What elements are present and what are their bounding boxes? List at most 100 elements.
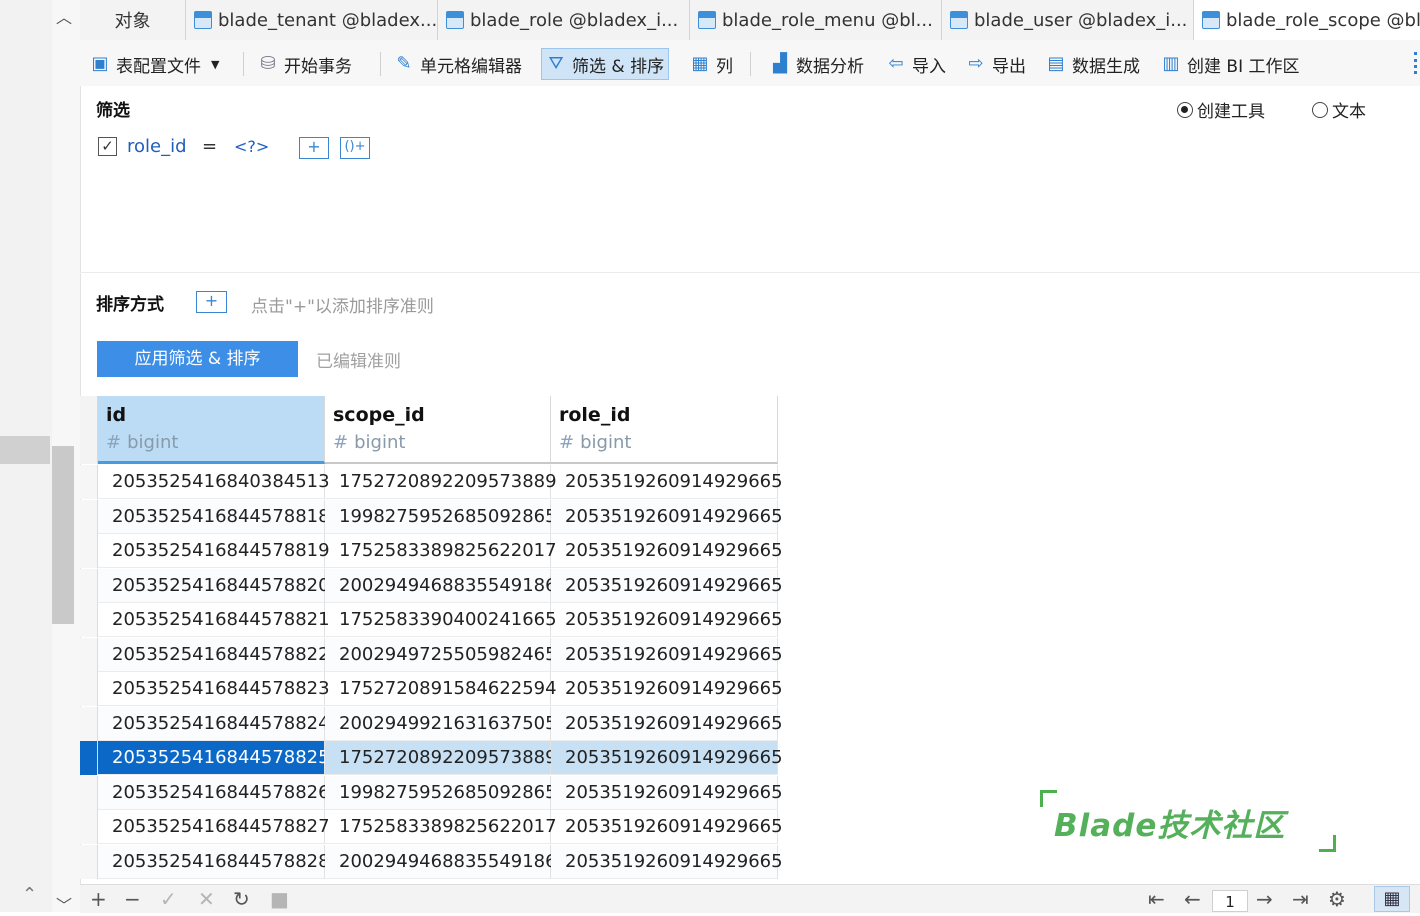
table-cell[interactable]: 2053525416844578823 bbox=[98, 672, 330, 706]
row-gutter[interactable] bbox=[80, 465, 98, 499]
collapse-icon[interactable]: ⌃ bbox=[22, 884, 37, 905]
add-condition-button[interactable]: + bbox=[299, 137, 329, 159]
first-page-icon[interactable]: ⇤ bbox=[1148, 887, 1165, 911]
table-cell[interactable]: 2053525416844578821 bbox=[98, 603, 330, 637]
last-page-icon[interactable]: ⇥ bbox=[1292, 887, 1309, 911]
scroll-down-icon[interactable]: ﹀ bbox=[56, 892, 72, 916]
table-cell[interactable]: 2053519260914929665 bbox=[551, 776, 783, 810]
table-cell[interactable]: 2053525416844578825 bbox=[98, 741, 330, 775]
row-gutter[interactable] bbox=[80, 603, 98, 637]
row-gutter[interactable] bbox=[80, 741, 98, 775]
object-panel-selected-item[interactable] bbox=[0, 436, 50, 464]
mode-builder-radio[interactable]: 创建工具 bbox=[1177, 97, 1265, 122]
table-cell[interactable]: 2053525416844578824 bbox=[98, 707, 330, 741]
table-cell[interactable]: 2053519260914929665 bbox=[551, 465, 783, 499]
row-gutter[interactable] bbox=[80, 534, 98, 568]
table-cell[interactable]: 2053519260914929665 bbox=[551, 638, 783, 672]
table-cell[interactable]: 1752720891584622594 bbox=[325, 672, 557, 706]
row-gutter[interactable] bbox=[80, 810, 98, 844]
condition-value[interactable]: <?> bbox=[234, 137, 269, 156]
export-button[interactable]: ⇨ 导出 bbox=[966, 48, 1026, 80]
table-cell[interactable]: 2053519260914929665 bbox=[551, 500, 783, 534]
row-gutter[interactable] bbox=[80, 500, 98, 534]
row-gutter[interactable] bbox=[80, 776, 98, 810]
table-cell[interactable]: 2053519260914929665 bbox=[551, 741, 783, 775]
table-cell[interactable]: 2053525416844578820 bbox=[98, 569, 330, 603]
refresh-icon[interactable]: ↻ bbox=[233, 887, 250, 911]
import-button[interactable]: ⇦ 导入 bbox=[886, 48, 946, 80]
tab-blade-role-scope[interactable]: blade_role_scope @bl bbox=[1194, 0, 1420, 40]
scroll-up-icon[interactable]: ︿ bbox=[56, 4, 72, 28]
profile-button[interactable]: ▣ 表配置文件 ▼ bbox=[90, 48, 219, 80]
table-cell[interactable]: 2053525416844578822 bbox=[98, 638, 330, 672]
table-cell[interactable]: 2053519260914929665 bbox=[551, 845, 783, 879]
column-header-role-id[interactable]: role_id # bigint bbox=[551, 396, 778, 464]
table-cell[interactable]: 1752583389825622017 bbox=[325, 534, 557, 568]
add-record-icon[interactable]: + bbox=[90, 887, 107, 911]
table-cell[interactable]: 2053525416844578826 bbox=[98, 776, 330, 810]
column-header-id[interactable]: id # bigint bbox=[98, 396, 325, 464]
grid-view-icon[interactable]: ▦ bbox=[1374, 886, 1410, 912]
tab-blade-role[interactable]: blade_role @bladex_i... bbox=[438, 0, 690, 40]
table-cell[interactable]: 2002949921631637505 bbox=[325, 707, 557, 741]
row-gutter[interactable] bbox=[80, 569, 98, 603]
apply-changes-icon[interactable]: ✓ bbox=[160, 887, 177, 911]
add-sort-button[interactable]: + bbox=[196, 291, 227, 313]
toolbar-overflow-icon[interactable] bbox=[1414, 52, 1420, 74]
condition-operator[interactable]: = bbox=[202, 136, 217, 157]
columns-button[interactable]: ▦ 列 bbox=[690, 48, 733, 80]
create-bi-button[interactable]: ▥ 创建 BI 工作区 bbox=[1161, 48, 1299, 80]
toolbar-divider bbox=[380, 52, 381, 76]
data-generate-button[interactable]: ▤ 数据生成 bbox=[1046, 48, 1140, 80]
table-cell[interactable]: 1752720892209573889 bbox=[325, 465, 557, 499]
begin-transaction-button[interactable]: ⛁ 开始事务 bbox=[258, 48, 352, 80]
table-cell[interactable]: 2053519260914929665 bbox=[551, 569, 783, 603]
row-gutter[interactable] bbox=[80, 707, 98, 741]
table-cell[interactable]: 1998275952685092865 bbox=[325, 776, 557, 810]
settings-icon[interactable]: ⚙ bbox=[1328, 887, 1346, 911]
row-gutter[interactable] bbox=[80, 638, 98, 672]
mode-text-radio[interactable]: 文本 bbox=[1312, 97, 1366, 122]
delete-record-icon[interactable]: − bbox=[124, 887, 141, 911]
table-cell[interactable]: 2002949468835549186 bbox=[325, 845, 557, 879]
condition-checkbox[interactable]: ✓ bbox=[98, 137, 117, 156]
grid-corner[interactable] bbox=[80, 396, 98, 464]
tab-objects[interactable]: 对象 bbox=[80, 0, 186, 40]
apply-filter-sort-button[interactable]: 应用筛选 & 排序 bbox=[97, 341, 298, 377]
page-number-input[interactable]: 1 bbox=[1212, 890, 1248, 912]
next-page-icon[interactable]: → bbox=[1256, 887, 1273, 911]
tab-blade-user[interactable]: blade_user @bladex_i... bbox=[942, 0, 1194, 40]
table-cell[interactable]: 2002949468835549186 bbox=[325, 569, 557, 603]
table-cell[interactable]: 2053519260914929665 bbox=[551, 672, 783, 706]
filter-sort-button[interactable]: ⛛ 筛选 & 排序 bbox=[541, 48, 670, 80]
tab-blade-tenant[interactable]: blade_tenant @bladex... bbox=[186, 0, 438, 40]
table-cell[interactable]: 2002949725505982465 bbox=[325, 638, 557, 672]
prev-page-icon[interactable]: ← bbox=[1184, 887, 1201, 911]
discard-changes-icon[interactable]: ✕ bbox=[198, 887, 215, 911]
table-cell[interactable]: 1752583390400241665 bbox=[325, 603, 557, 637]
scrollbar-thumb[interactable] bbox=[52, 446, 74, 624]
tab-blade-role-menu[interactable]: blade_role_menu @bl... bbox=[690, 0, 942, 40]
column-header-scope-id[interactable]: scope_id # bigint bbox=[325, 396, 551, 464]
add-group-button[interactable]: ()+ bbox=[340, 137, 370, 159]
row-gutter[interactable] bbox=[80, 845, 98, 879]
table-cell[interactable]: 2053525416840384513 bbox=[98, 465, 330, 499]
condition-field[interactable]: role_id bbox=[127, 136, 187, 157]
table-cell[interactable]: 2053525416844578827 bbox=[98, 810, 330, 844]
table-cell[interactable]: 2053519260914929665 bbox=[551, 707, 783, 741]
table-cell[interactable]: 2053519260914929665 bbox=[551, 603, 783, 637]
table-cell[interactable]: 1752720892209573889 bbox=[325, 741, 557, 775]
table-cell[interactable]: 2053519260914929665 bbox=[551, 534, 783, 568]
cell-editor-button[interactable]: ✎ 单元格编辑器 bbox=[394, 48, 522, 80]
table-cell[interactable]: 2053525416844578828 bbox=[98, 845, 330, 879]
watermark-logo: Blade技术社区 bbox=[1040, 790, 1336, 852]
table-cell[interactable]: 2053525416844578819 bbox=[98, 534, 330, 568]
table-cell[interactable]: 1752583389825622017 bbox=[325, 810, 557, 844]
table-cell[interactable]: 1998275952685092865 bbox=[325, 500, 557, 534]
row-gutter[interactable] bbox=[80, 672, 98, 706]
table-cell[interactable]: 2053525416844578818 bbox=[98, 500, 330, 534]
stop-icon[interactable]: ■ bbox=[270, 887, 289, 911]
number-type-icon: # bbox=[333, 432, 349, 453]
table-cell[interactable]: 2053519260914929665 bbox=[551, 810, 783, 844]
data-analysis-button[interactable]: ▟ 数据分析 bbox=[770, 48, 864, 80]
